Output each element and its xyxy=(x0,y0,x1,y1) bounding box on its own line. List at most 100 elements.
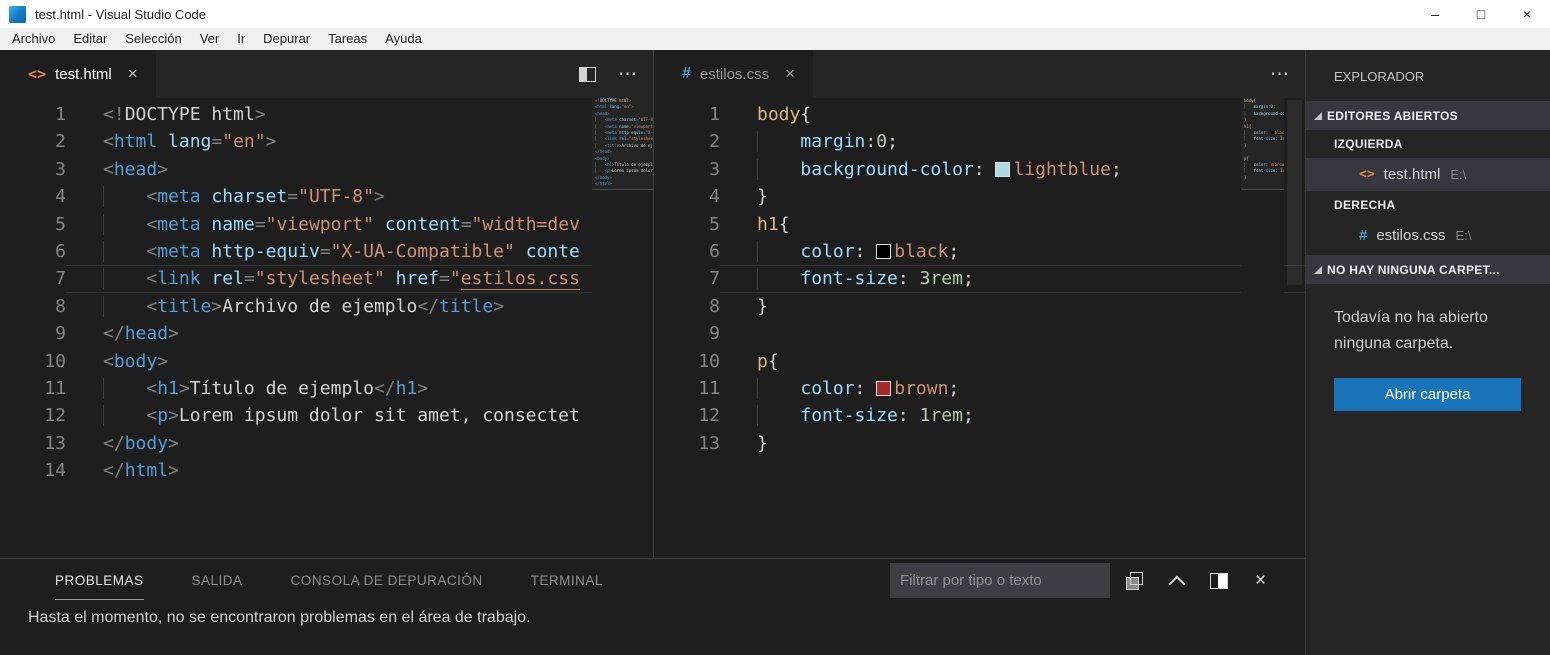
close-panel-icon[interactable]: × xyxy=(1255,573,1266,589)
menu-item-seleccion[interactable]: Selección xyxy=(116,28,190,50)
close-tab-icon[interactable]: × xyxy=(785,64,795,84)
code-line[interactable]: 14</html> xyxy=(0,457,653,484)
code-line[interactable]: 1body{ xyxy=(654,101,1305,128)
code-line[interactable]: 11 color: brown; xyxy=(654,375,1305,402)
editor-group-right: # estilos.css × ⋯ 1body{2 margin:0;3 bac… xyxy=(653,50,1305,558)
code-line[interactable]: 8} xyxy=(654,293,1305,320)
tab-estilos-css[interactable]: # estilos.css × xyxy=(654,50,813,98)
minimap[interactable]: <!DOCTYPE html><html lang="en"><head> <m… xyxy=(592,98,653,558)
tab-problemas[interactable]: PROBLEMAS xyxy=(55,573,144,588)
vscode-window: { "window": { "title": "test.html - Visu… xyxy=(0,0,1550,655)
code-lines: 1<!DOCTYPE html>2<html lang="en">3<head>… xyxy=(0,98,653,484)
code-line[interactable]: 4 <meta charset="UTF-8"> xyxy=(0,183,653,210)
html-file-icon: <> xyxy=(1359,167,1375,182)
code-line[interactable]: 12 <p>Lorem ipsum dolor sit amet, consec… xyxy=(0,402,653,429)
menu-item-depurar[interactable]: Depurar xyxy=(254,28,319,50)
color-swatch xyxy=(876,381,891,396)
file-path: E:\ xyxy=(1456,228,1472,243)
tab-consola-depuracion[interactable]: CONSOLA DE DEPURACIÓN xyxy=(291,573,483,588)
vscode-logo-icon xyxy=(9,6,26,23)
scrollbar-thumb[interactable] xyxy=(1287,100,1302,285)
code-line[interactable]: 6 <meta http-equiv="X-UA-Compatible" con… xyxy=(0,238,653,265)
menu-item-ayuda[interactable]: Ayuda xyxy=(376,28,431,50)
line-number: 6 xyxy=(654,238,720,265)
line-number: 4 xyxy=(654,183,720,210)
line-number: 10 xyxy=(0,348,66,375)
menu-item-archivo[interactable]: Archivo xyxy=(3,28,64,50)
line-number: 13 xyxy=(654,430,720,457)
section-no-folder[interactable]: NO HAY NINGUNA CARPET... xyxy=(1306,255,1550,284)
menu-item-tareas[interactable]: Tareas xyxy=(319,28,376,50)
code-line[interactable]: 13} xyxy=(654,430,1305,457)
more-actions-icon[interactable]: ⋯ xyxy=(1270,67,1289,82)
minimap-slider[interactable] xyxy=(592,98,653,190)
minimap[interactable]: body{ margin:0; background-color: lightb… xyxy=(1241,98,1284,558)
code-line[interactable]: 2<html lang="en"> xyxy=(0,128,653,155)
minimize-button[interactable]: – xyxy=(1412,0,1458,28)
file-name: test.html xyxy=(1384,166,1441,183)
code-line[interactable]: 3 background-color: lightblue; xyxy=(654,156,1305,183)
section-open-editors[interactable]: EDITORES ABIERTOS xyxy=(1306,101,1550,130)
tab-terminal[interactable]: TERMINAL xyxy=(531,573,603,588)
code-line[interactable]: 4} xyxy=(654,183,1305,210)
editor-group-left: <> test.html × ⋯ 1<!DOCTYPE html>2<html … xyxy=(0,50,653,558)
group-label-izquierda: IZQUIERDA xyxy=(1306,130,1550,158)
line-number: 10 xyxy=(654,348,720,375)
menu-item-editar[interactable]: Editar xyxy=(64,28,116,50)
minimap-slider[interactable] xyxy=(1241,98,1284,190)
chevron-up-icon[interactable] xyxy=(1169,575,1186,592)
code-line[interactable]: 6 color: black; xyxy=(654,238,1305,265)
tab-bar-right: # estilos.css × ⋯ xyxy=(654,50,1305,98)
css-file-icon: # xyxy=(682,65,691,83)
file-path: E:\ xyxy=(1450,167,1466,182)
line-number: 8 xyxy=(654,293,720,320)
close-window-button[interactable]: × xyxy=(1504,0,1550,28)
window-controls: – □ × xyxy=(1412,0,1550,28)
code-line[interactable]: 9 xyxy=(654,320,1305,347)
css-file-icon: # xyxy=(1359,227,1367,244)
code-line[interactable]: 12 font-size: 1rem; xyxy=(654,402,1305,429)
close-tab-icon[interactable]: × xyxy=(128,64,138,84)
line-number: 1 xyxy=(0,101,66,128)
open-editor-item-test-html[interactable]: <> test.html E:\ xyxy=(1306,158,1550,191)
maximize-button[interactable]: □ xyxy=(1458,0,1504,28)
menu-item-ver[interactable]: Ver xyxy=(191,28,229,50)
line-number: 7 xyxy=(0,265,66,292)
code-editor-estilos-css[interactable]: 1body{2 margin:0;3 background-color: lig… xyxy=(654,98,1305,558)
vertical-scrollbar[interactable] xyxy=(1284,98,1305,558)
code-line[interactable]: 5 <meta name="viewport" content="width=d… xyxy=(0,211,653,238)
color-swatch xyxy=(995,162,1010,177)
maximize-panel-icon[interactable] xyxy=(1210,573,1228,589)
code-line[interactable]: 13</body> xyxy=(0,430,653,457)
code-line[interactable]: 3<head> xyxy=(0,156,653,183)
problems-filter-input[interactable] xyxy=(890,563,1110,598)
line-number: 12 xyxy=(654,402,720,429)
code-line[interactable]: 8 <title>Archivo de ejemplo</title> xyxy=(0,293,653,320)
code-line[interactable]: 7 <link rel="stylesheet" href="estilos.c… xyxy=(0,265,653,292)
tab-salida[interactable]: SALIDA xyxy=(192,573,243,588)
open-folder-button[interactable]: Abrir carpeta xyxy=(1334,378,1521,411)
split-editor-icon[interactable] xyxy=(579,67,596,82)
tab-bar-left: <> test.html × ⋯ xyxy=(0,50,653,98)
group-label-derecha: DERECHA xyxy=(1306,191,1550,219)
code-line[interactable]: 2 margin:0; xyxy=(654,128,1305,155)
html-file-icon: <> xyxy=(28,65,46,83)
line-number: 13 xyxy=(0,430,66,457)
more-actions-icon[interactable]: ⋯ xyxy=(618,67,637,82)
code-line[interactable]: 1<!DOCTYPE html> xyxy=(0,101,653,128)
code-editor-test-html[interactable]: 1<!DOCTYPE html>2<html lang="en">3<head>… xyxy=(0,98,653,558)
line-number: 7 xyxy=(654,265,720,292)
menu-item-ir[interactable]: Ir xyxy=(228,28,254,50)
code-line[interactable]: 10p{ xyxy=(654,348,1305,375)
code-line[interactable]: 9</head> xyxy=(0,320,653,347)
line-number: 6 xyxy=(0,238,66,265)
tab-test-html[interactable]: <> test.html × xyxy=(0,50,156,98)
collapse-all-icon[interactable] xyxy=(1125,572,1144,591)
code-line[interactable]: 5h1{ xyxy=(654,211,1305,238)
open-editor-item-estilos-css[interactable]: # estilos.css E:\ xyxy=(1306,219,1550,252)
line-number: 9 xyxy=(654,320,720,347)
code-line[interactable]: 11 <h1>Título de ejemplo</h1> xyxy=(0,375,653,402)
code-line[interactable]: 7 font-size: 3rem; xyxy=(654,265,1305,292)
code-line[interactable]: 10<body> xyxy=(0,348,653,375)
line-number: 12 xyxy=(0,402,66,429)
